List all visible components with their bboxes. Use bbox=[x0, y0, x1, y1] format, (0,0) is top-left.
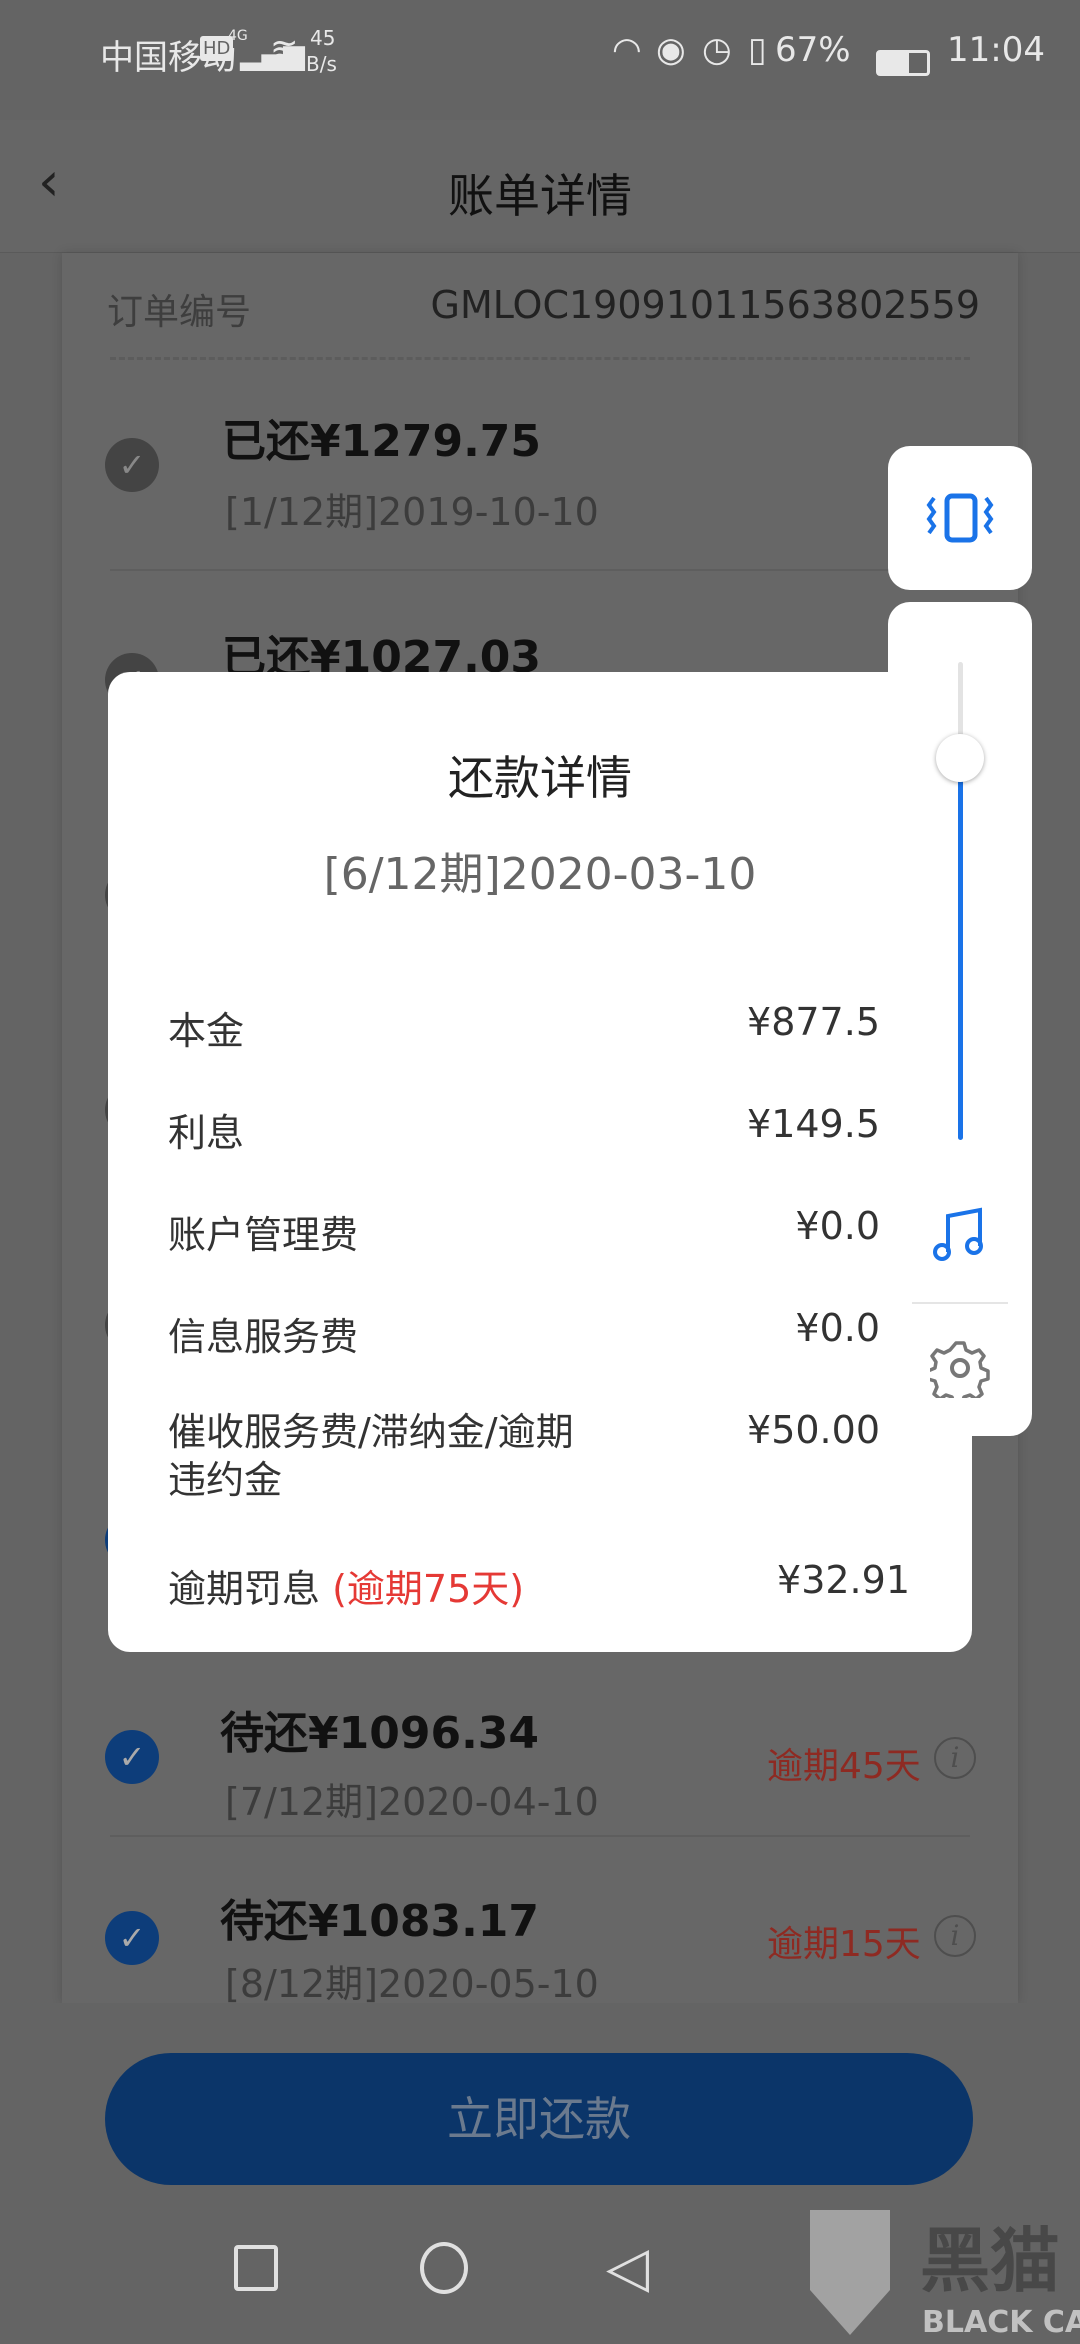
svg-text:BLACK CAT: BLACK CAT bbox=[922, 2305, 1080, 2340]
row-label: 催收服务费/滞纳金/逾期违约金 bbox=[168, 1410, 574, 1502]
battery-percent: 67% bbox=[775, 30, 851, 70]
eye-icon: ◉ bbox=[656, 30, 686, 70]
divider bbox=[912, 1302, 1008, 1304]
volume-panel bbox=[888, 602, 1032, 1436]
music-note-icon[interactable] bbox=[930, 1202, 990, 1262]
repayment-detail-dialog: 还款详情 [6/12期]2020-03-10 本金 ¥877.5 利息 ¥149.5… bbox=[108, 672, 972, 1652]
dialog-subtitle: [6/12期]2020-03-10 bbox=[323, 849, 757, 900]
header: ‹ 账单详情 bbox=[0, 120, 1080, 253]
divider bbox=[110, 1835, 970, 1837]
bill-period: [7/12期]2020-04-10 bbox=[225, 1780, 599, 1824]
watermark-logo: 黑猫 BLACK CAT bbox=[800, 2200, 1080, 2340]
row-label: 账户管理费 bbox=[168, 1213, 359, 1257]
selected-check-icon[interactable]: ✓ bbox=[105, 1911, 159, 1965]
row-value: ¥50.00 bbox=[747, 1408, 880, 1452]
row-value: ¥0.0 bbox=[795, 1204, 880, 1248]
gear-icon[interactable] bbox=[930, 1338, 990, 1398]
volume-fill bbox=[958, 757, 963, 1140]
row-value: ¥149.5 bbox=[747, 1102, 880, 1146]
overdue-badge: 逾期15天 bbox=[767, 1924, 921, 1965]
divider bbox=[110, 569, 970, 571]
detail-row: 本金 ¥877.5 bbox=[168, 1000, 880, 1055]
row-label: 信息服务费 bbox=[168, 1315, 359, 1359]
net-speed: 45 bbox=[310, 26, 336, 50]
row-label: 逾期罚息 bbox=[168, 1567, 321, 1611]
bill-period: [8/12期]2020-05-10 bbox=[225, 1962, 599, 2006]
net-speed-unit: B/s bbox=[306, 52, 337, 76]
info-icon[interactable]: i bbox=[934, 1737, 976, 1779]
dialog-title: 还款详情 bbox=[448, 751, 632, 805]
row-label: 利息 bbox=[168, 1111, 245, 1155]
order-label: 订单编号 bbox=[107, 292, 252, 333]
row-value: ¥877.5 bbox=[747, 1000, 880, 1044]
detail-row: 逾期罚息 (逾期75天) ¥32.91 bbox=[168, 1558, 910, 1613]
bill-period: [1/12期]2019-10-10 bbox=[225, 490, 599, 534]
overdue-badge: 逾期45天 bbox=[767, 1746, 921, 1787]
vibrate-toggle[interactable] bbox=[888, 446, 1032, 590]
divider bbox=[110, 357, 970, 360]
row-value: ¥32.91 bbox=[777, 1558, 910, 1602]
detail-row: 利息 ¥149.5 bbox=[168, 1102, 880, 1157]
bill-amount: 待还¥1096.34 bbox=[220, 1708, 540, 1759]
volume-slider-handle[interactable] bbox=[936, 733, 984, 782]
pay-now-button[interactable]: 立即还款 bbox=[105, 2053, 973, 2185]
selected-check-icon[interactable]: ✓ bbox=[105, 1730, 159, 1784]
home-icon[interactable] bbox=[420, 2242, 468, 2294]
vibrate-icon bbox=[926, 493, 994, 543]
detail-row: 账户管理费 ¥0.0 bbox=[168, 1204, 880, 1259]
detail-row: 信息服务费 ¥0.0 bbox=[168, 1306, 880, 1361]
status-bar: 中国移动 HD 4G ▂▄▆ ≋ 45 B/s ◠ ◉ ◷ ▯ 67% 11:0… bbox=[0, 0, 1080, 120]
battery-icon bbox=[876, 50, 930, 76]
bill-amount: 已还¥1279.75 bbox=[222, 416, 542, 467]
row-value: ¥0.0 bbox=[795, 1306, 880, 1350]
order-number: GMLOC19091011563802559 bbox=[430, 283, 981, 327]
recents-icon[interactable] bbox=[234, 2245, 278, 2291]
detail-row: 催收服务费/滞纳金/逾期违约金 ¥50.00 bbox=[168, 1408, 880, 1504]
svg-text:黑猫: 黑猫 bbox=[920, 2220, 1060, 2302]
row-label: 本金 bbox=[168, 1009, 245, 1053]
paid-check-icon: ✓ bbox=[105, 438, 159, 492]
alarm-icon: ◷ bbox=[702, 30, 732, 70]
clock: 11:04 bbox=[947, 30, 1045, 70]
back-nav-icon[interactable]: ◁ bbox=[606, 2235, 649, 2300]
wifi-icon: ≋ bbox=[270, 30, 299, 70]
overdue-note: (逾期75天) bbox=[332, 1567, 525, 1611]
headphone-icon: ◠ bbox=[612, 30, 642, 70]
vibrate-status-icon: ▯ bbox=[748, 30, 767, 70]
info-icon[interactable]: i bbox=[934, 1915, 976, 1957]
page-title: 账单详情 bbox=[448, 169, 632, 223]
bill-amount: 待还¥1083.17 bbox=[220, 1896, 540, 1947]
